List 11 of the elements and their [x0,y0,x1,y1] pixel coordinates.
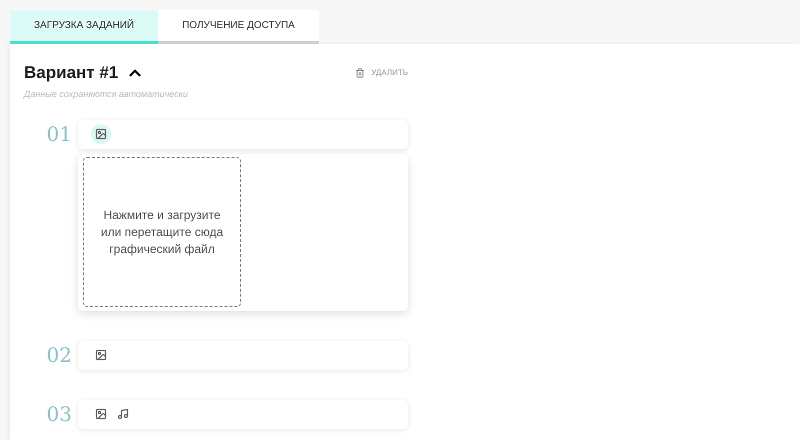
tab[interactable]: ПОЛУЧЕНИЕ ДОСТУПА [158,10,319,44]
upload-hint: Нажмите и загрузите или перетащите сюда графический файл [100,206,224,258]
tab[interactable]: ЗАГРУЗКА ЗАДАНИЙ [10,10,158,44]
task-number: 03 [46,401,73,428]
task-number: 01 [46,121,73,148]
image-icon[interactable] [91,124,111,144]
variant-title: Вариант #1 [24,62,118,84]
trash-icon [355,68,366,78]
autosave-note: Данные сохраняются автоматически [24,88,189,101]
upload-dropzone[interactable]: Нажмите и загрузите или перетащите сюда графический файл [83,157,241,307]
task-number: 02 [46,342,73,369]
